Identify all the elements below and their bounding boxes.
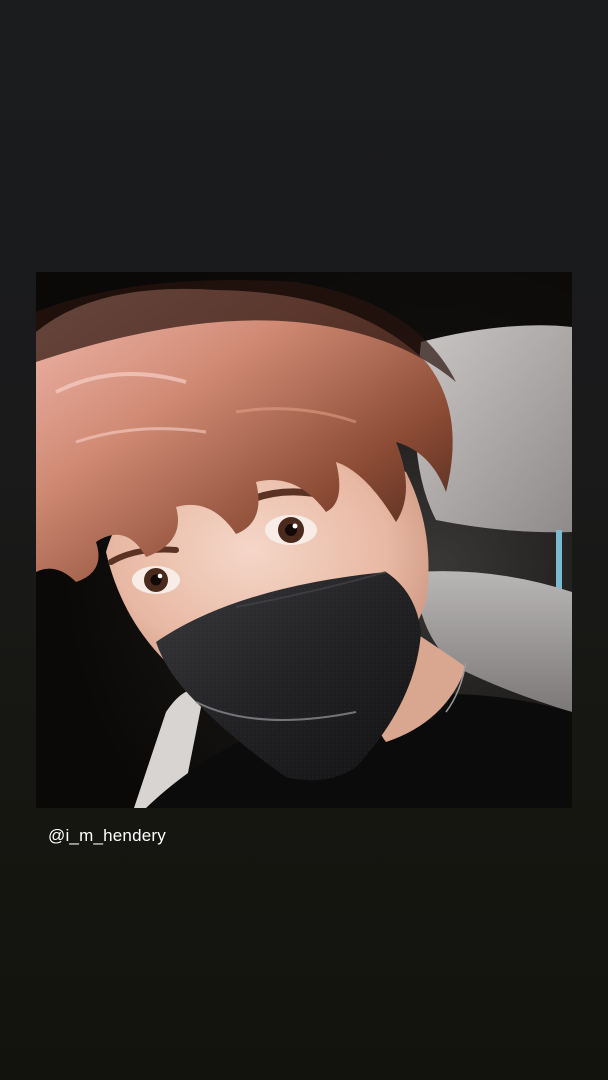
mention-tag[interactable]: @i_m_hendery [48, 826, 166, 846]
selfie-image [36, 272, 572, 808]
story-viewer: @i_m_hendery [0, 0, 608, 1080]
story-photo [36, 272, 572, 808]
